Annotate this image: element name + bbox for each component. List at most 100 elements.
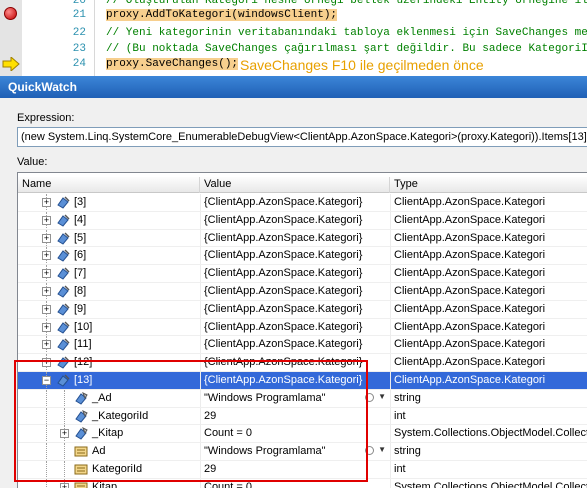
column-header-value[interactable]: Value (200, 177, 390, 193)
window-title: QuickWatch (0, 76, 587, 98)
code-comment: // Yeni kategorinin veritabanındaki tabl… (106, 27, 587, 39)
variable-value: {ClientApp.AzonSpace.Kategori} (204, 320, 363, 333)
current-statement-arrow-icon (2, 57, 20, 71)
object-icon (57, 196, 70, 209)
expression-input[interactable]: (new System.Linq.SystemCore_EnumerableDe… (17, 127, 587, 147)
value-cell[interactable]: {ClientApp.AzonSpace.Kategori} (200, 211, 390, 229)
value-cell[interactable]: {ClientApp.AzonSpace.Kategori} (200, 229, 390, 247)
type-cell: ClientApp.AzonSpace.Kategori (390, 247, 587, 265)
type-cell: int (390, 460, 587, 478)
name-cell: + [7] (18, 265, 200, 283)
type-cell: ClientApp.AzonSpace.Kategori (390, 229, 587, 247)
value-cell[interactable]: {ClientApp.AzonSpace.Kategori} (200, 194, 390, 211)
watch-row[interactable]: + [7] {ClientApp.AzonSpace.Kategori} Client… (18, 265, 587, 283)
name-cell: + [9] (18, 300, 200, 318)
type-cell: string (390, 443, 587, 461)
annotation-text: SaveChanges F10 ile geçilmeden önce (240, 57, 484, 73)
variable-value: {ClientApp.AzonSpace.Kategori} (204, 196, 363, 208)
watch-row[interactable]: + [10] {ClientApp.AzonSpace.Kategori} Clien… (18, 318, 587, 337)
value-cell[interactable]: {ClientApp.AzonSpace.Kategori} (200, 318, 390, 336)
watch-row[interactable]: + [6] {ClientApp.AzonSpace.Kategori} Client… (18, 247, 587, 266)
value-cell[interactable]: {ClientApp.AzonSpace.Kategori} (200, 300, 390, 318)
object-icon (57, 249, 70, 263)
expand-icon[interactable]: + (42, 251, 51, 261)
name-cell: + [8] (18, 282, 200, 300)
variable-value: {ClientApp.AzonSpace.Kategori} (204, 302, 363, 315)
line-number: 22 (72, 27, 86, 39)
expand-icon[interactable]: + (42, 198, 51, 207)
value-cell[interactable]: {ClientApp.AzonSpace.Kategori} (200, 282, 390, 300)
expand-icon[interactable]: + (42, 322, 51, 332)
watch-row[interactable]: + [8] {ClientApp.AzonSpace.Kategori} Client… (18, 282, 587, 301)
code-statement: proxy.SaveChanges(); (106, 58, 239, 70)
watch-row[interactable]: + [5] {ClientApp.AzonSpace.Kategori} Client… (18, 229, 587, 248)
expand-icon[interactable]: + (60, 482, 69, 488)
expand-icon[interactable]: + (42, 215, 51, 225)
expand-icon[interactable]: + (42, 233, 51, 243)
name-cell: + [10] (18, 318, 200, 336)
code-line[interactable]: // Yeni kategorinin veritabanındaki tabl… (106, 27, 587, 39)
type-cell: ClientApp.AzonSpace.Kategori (390, 265, 587, 283)
expand-icon[interactable]: + (42, 269, 51, 279)
variable-name: [10] (74, 320, 93, 333)
variable-name: [7] (74, 267, 87, 280)
variable-name: [6] (74, 249, 87, 262)
code-line[interactable]: // Oluşturulan Kategori nesne örneği bel… (106, 0, 587, 7)
column-header-type[interactable]: Type (390, 177, 587, 193)
code-editor[interactable]: // Oluşturulan Kategori nesne örneği bel… (0, 0, 587, 76)
code-line[interactable]: proxy.SaveChanges(); (106, 58, 239, 70)
visualizer-dropdown-icon[interactable]: ▼ (378, 392, 386, 401)
expression-label: Expression: (17, 112, 75, 124)
variable-value: {ClientApp.AzonSpace.Kategori} (204, 249, 363, 262)
variable-name: [8] (74, 284, 87, 297)
name-cell: + [11] (18, 336, 200, 354)
expand-icon[interactable]: + (42, 340, 51, 350)
code-comment: // Oluşturulan Kategori nesne örneği bel… (106, 0, 587, 7)
type-cell: System.Collections.ObjectModel.Collectio… (390, 478, 587, 488)
object-icon (57, 321, 70, 334)
object-icon (57, 285, 70, 298)
variable-value: {ClientApp.AzonSpace.Kategori} (204, 284, 363, 297)
variable-name: [3] (74, 196, 87, 208)
type-cell: ClientApp.AzonSpace.Kategori (390, 336, 587, 354)
variable-value: {ClientApp.AzonSpace.Kategori} (204, 231, 363, 244)
breakpoint-icon[interactable] (4, 7, 17, 20)
line-number: 21 (72, 9, 86, 21)
code-statement: proxy.AddToKategori(windowsClient); (106, 9, 338, 21)
object-icon (57, 338, 70, 352)
variable-name: [5] (74, 231, 87, 244)
expand-icon[interactable]: + (42, 286, 51, 296)
name-cell: + [6] (18, 247, 200, 265)
watch-row[interactable]: + [3] {ClientApp.AzonSpace.Kategori} Client… (18, 194, 587, 212)
type-cell: ClientApp.AzonSpace.Kategori (390, 282, 587, 300)
name-cell: + [3] (18, 194, 200, 211)
watch-row[interactable]: + [9] {ClientApp.AzonSpace.Kategori} Client… (18, 300, 587, 319)
type-cell: string (390, 389, 587, 407)
object-icon (57, 214, 70, 227)
type-cell: ClientApp.AzonSpace.Kategori (390, 318, 587, 336)
type-cell: ClientApp.AzonSpace.Kategori (390, 194, 587, 211)
type-cell: System.Collections.ObjectModel.Collectio… (390, 425, 587, 443)
value-cell[interactable]: {ClientApp.AzonSpace.Kategori} (200, 265, 390, 283)
value-cell[interactable]: {ClientApp.AzonSpace.Kategori} (200, 336, 390, 354)
grid-header: Name Value Type (18, 177, 587, 193)
code-line[interactable]: proxy.AddToKategori(windowsClient); (106, 9, 338, 21)
expand-icon[interactable]: + (42, 304, 51, 314)
object-icon (57, 267, 70, 280)
highlight-annotation-box (14, 360, 368, 482)
type-cell: ClientApp.AzonSpace.Kategori (390, 211, 587, 229)
line-number: 24 (72, 58, 86, 70)
visualizer-dropdown-icon[interactable]: ▼ (378, 445, 386, 454)
watch-row[interactable]: + [4] {ClientApp.AzonSpace.Kategori} Client… (18, 211, 587, 230)
value-cell[interactable]: {ClientApp.AzonSpace.Kategori} (200, 247, 390, 265)
line-number: 20 (72, 0, 86, 7)
watch-row[interactable]: + [11] {ClientApp.AzonSpace.Kategori} Clien… (18, 336, 587, 355)
type-cell: ClientApp.AzonSpace.Kategori (390, 354, 587, 372)
code-line[interactable]: // (Bu noktada SaveChanges çağırılması ş… (106, 43, 587, 55)
type-cell: int (390, 407, 587, 425)
name-cell: + [4] (18, 211, 200, 229)
name-cell: + [5] (18, 229, 200, 247)
object-icon (57, 232, 70, 245)
variable-name: [9] (74, 302, 87, 315)
column-header-name[interactable]: Name (18, 177, 200, 193)
